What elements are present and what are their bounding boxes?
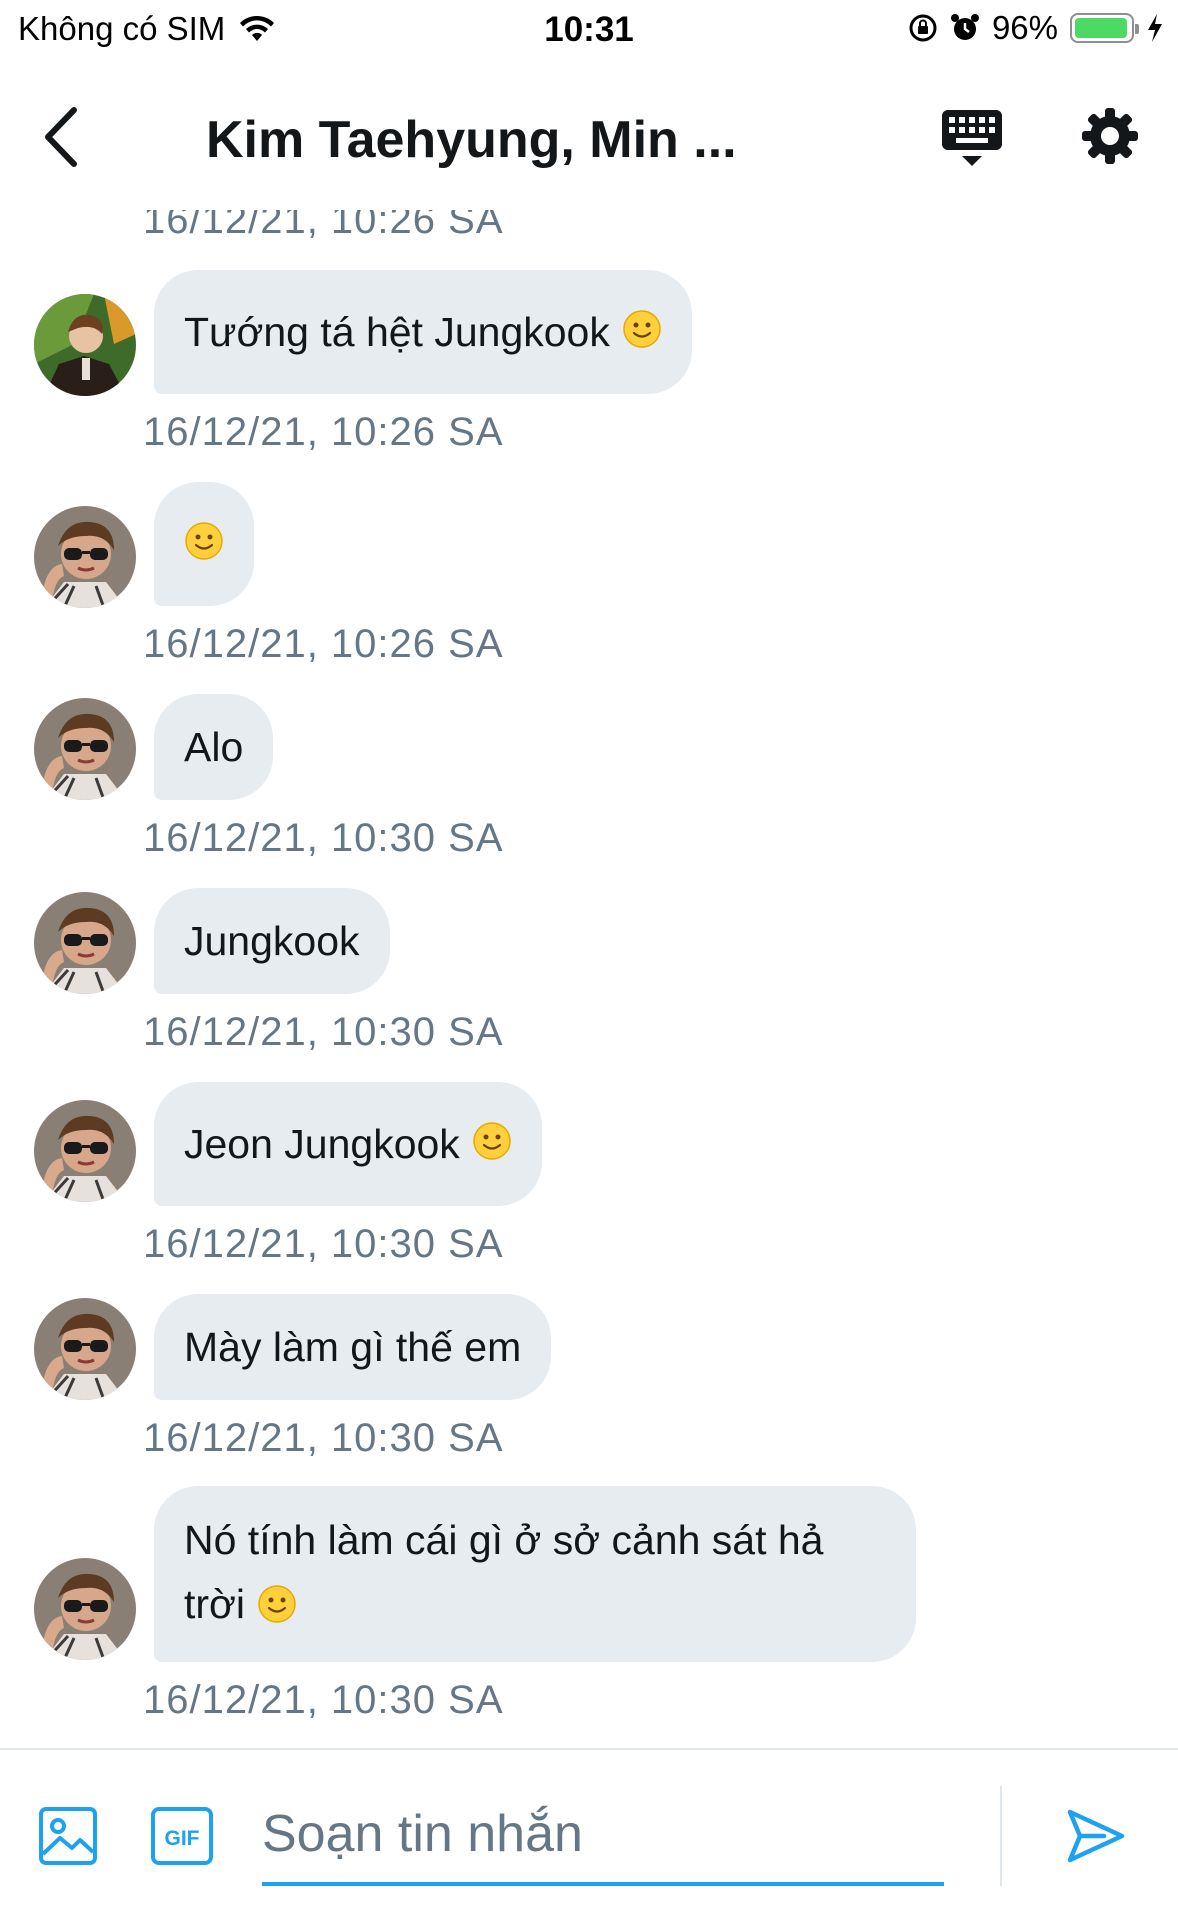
- avatar-min[interactable]: [34, 1100, 136, 1202]
- back-button[interactable]: [36, 102, 96, 172]
- message-timestamp: 16/12/21, 10:30 SA: [143, 816, 504, 860]
- alarm-icon: [950, 14, 979, 40]
- message-bubble[interactable]: Nó tính làm cái gì ở sở cảnh sát hả trời: [154, 1486, 916, 1662]
- slightly-smiling-face-icon: [258, 1585, 296, 1623]
- message-bubble[interactable]: Tướng tá hệt Jungkook: [154, 270, 692, 394]
- compose-bar: GIF: [0, 1748, 1178, 1920]
- keyboard-toggle-button[interactable]: [940, 106, 1004, 170]
- battery-percent: 96%: [991, 9, 1058, 46]
- message-timestamp: 16/12/21, 10:30 SA: [143, 1010, 504, 1054]
- back-chevron-icon: [45, 107, 77, 167]
- battery-icon: [1070, 13, 1139, 43]
- message-bubble[interactable]: Alo: [154, 694, 274, 800]
- avatar-min[interactable]: [34, 506, 136, 608]
- message-text: Mày làm gì thế em: [184, 1324, 522, 1370]
- attach-gif-button[interactable]: GIF: [150, 1806, 214, 1866]
- gear-icon: [1082, 108, 1138, 164]
- avatar-kim-taehyung[interactable]: [34, 294, 136, 396]
- message-list[interactable]: 16/12/21, 10:26 SA Tướng tá hệt Jungkook…: [0, 200, 1178, 1748]
- send-button[interactable]: [1064, 1804, 1128, 1868]
- battery-fill: [1075, 18, 1127, 38]
- avatar-min[interactable]: [34, 698, 136, 800]
- message-text: Jungkook: [184, 918, 360, 964]
- message-timestamp: 16/12/21, 10:30 SA: [143, 1678, 504, 1722]
- status-right: 96%: [908, 9, 1164, 47]
- slightly-smiling-face-icon: [473, 1122, 511, 1160]
- message-bubble[interactable]: Jeon Jungkook: [154, 1082, 542, 1206]
- message-bubble[interactable]: Mày làm gì thế em: [154, 1294, 552, 1400]
- compose-divider: [1000, 1786, 1002, 1886]
- avatar-min[interactable]: [34, 1558, 136, 1660]
- slightly-smiling-face-icon: [623, 310, 661, 348]
- gif-icon: GIF: [151, 1807, 213, 1865]
- image-icon: [39, 1807, 97, 1865]
- attach-image-button[interactable]: [38, 1806, 98, 1866]
- message-text: Jeon Jungkook: [184, 1121, 460, 1167]
- message-text: Tướng tá hệt Jungkook: [184, 309, 610, 355]
- keyboard-icon: [942, 110, 1002, 166]
- avatar-min[interactable]: [34, 892, 136, 994]
- status-bar: Không có SIM 10:31 96%: [0, 0, 1178, 60]
- message-text: Alo: [184, 724, 244, 770]
- conversation-title[interactable]: Kim Taehyung, Min ...: [206, 110, 766, 170]
- gif-label: GIF: [165, 1827, 200, 1850]
- message-text-line: trời: [184, 1572, 886, 1636]
- charging-bolt-icon: [1148, 14, 1162, 42]
- message-timestamp: 16/12/21, 10:30 SA: [143, 1222, 504, 1266]
- message-timestamp: 16/12/21, 10:30 SA: [143, 1416, 504, 1460]
- message-input[interactable]: [262, 1786, 944, 1886]
- message-bubble[interactable]: Jungkook: [154, 888, 390, 994]
- message-bubble[interactable]: [154, 482, 254, 606]
- message-text-line: Nó tính làm cái gì ở sở cảnh sát hả: [184, 1517, 824, 1563]
- send-icon: [1067, 1809, 1125, 1863]
- conversation-header: Kim Taehyung, Min ...: [0, 60, 1178, 210]
- settings-button[interactable]: [1078, 104, 1142, 168]
- message-text: trời: [184, 1581, 246, 1627]
- avatar-min[interactable]: [34, 1298, 136, 1400]
- message-timestamp: 16/12/21, 10:26 SA: [143, 410, 504, 454]
- slightly-smiling-face-icon: [185, 522, 223, 560]
- orientation-lock-icon: [909, 14, 937, 42]
- message-timestamp: 16/12/21, 10:26 SA: [143, 622, 504, 666]
